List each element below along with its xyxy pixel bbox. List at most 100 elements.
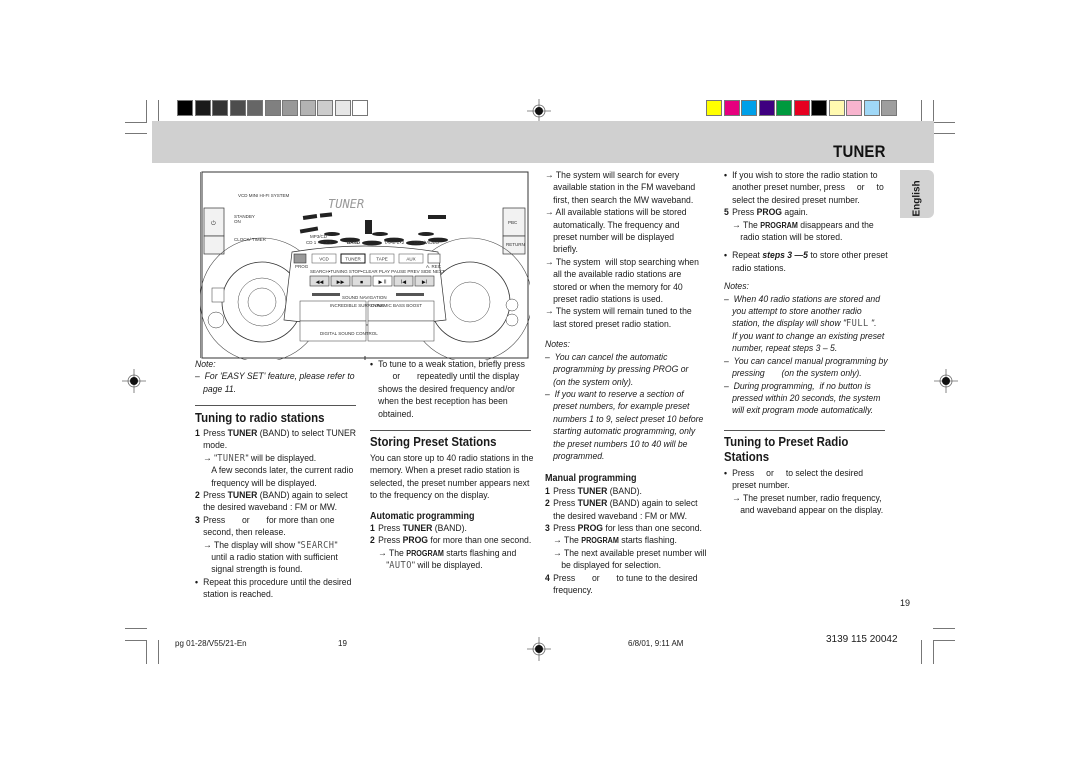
next-icon: ▶I	[422, 280, 427, 286]
result-line: and waveband appear on the display.	[740, 504, 884, 516]
bullet-line: another preset number, press or to	[732, 182, 884, 194]
bullet-text: when the best reception has been	[378, 396, 508, 408]
step-1: 1 Press TUNER (BAND).	[370, 523, 467, 535]
bullet: • Repeat this procedure until the desired	[195, 576, 352, 588]
page-title: TUNER	[833, 142, 886, 161]
crop-mark	[125, 122, 147, 123]
result-line: briefly.	[553, 244, 578, 256]
crop-mark	[933, 628, 955, 629]
source-button-label: TUNER	[345, 257, 361, 262]
column-2: • To tune to a weak station, briefly pres…	[370, 359, 535, 421]
note-label: Note:	[195, 359, 216, 370]
crop-mark	[125, 628, 147, 629]
gray-swatch	[229, 100, 246, 116]
registration-mark-icon	[122, 369, 146, 393]
result-line: stored or when the memory for 40	[553, 281, 683, 293]
result: → "TUNER" will be displayed.	[203, 452, 317, 464]
subsection-title: Automatic programming	[370, 510, 475, 522]
pbc-label: PBC	[508, 220, 518, 225]
notes-label: Notes:	[724, 281, 749, 293]
source-caption: MP3/CD	[310, 234, 328, 239]
source-caption: CDR/VIDEO	[414, 240, 440, 245]
system-name-label: VCD MINI HI-FI SYSTEM	[238, 193, 290, 198]
crop-mark	[933, 640, 934, 664]
result-line: → The preset number, radio frequency,	[732, 492, 882, 504]
clock-timer-button[interactable]	[203, 235, 225, 255]
bullet-text: obtained.	[378, 408, 414, 420]
bullet-line: • Repeat steps 3 —5 to store other preset	[724, 250, 888, 262]
color-swatch	[881, 100, 897, 116]
note-line: (on the system only).	[553, 376, 634, 388]
step-5: 5 Press PROG again.	[724, 207, 808, 219]
note-line: pressed within 20 seconds, the system	[732, 392, 881, 404]
crop-mark	[921, 640, 922, 664]
result-line: preset radio stations is used.	[553, 294, 664, 306]
bullet-line: select the desired preset number.	[732, 194, 860, 206]
step-3: 3 Press or for more than one	[195, 514, 335, 526]
gray-swatch	[247, 100, 263, 116]
result-text: "AUTO" will be displayed.	[386, 560, 483, 572]
note-line: the preset numbers 10 to 40 will be	[553, 438, 688, 450]
section-rule	[370, 430, 531, 431]
crop-mark	[933, 122, 955, 123]
section-rule	[195, 405, 356, 406]
intro-text: to the frequency on the display.	[370, 490, 490, 502]
subsection-title: Manual programming	[545, 473, 637, 485]
crop-mark	[146, 640, 147, 664]
search-forward-icon: ▶▶	[337, 280, 345, 286]
color-swatch	[846, 100, 862, 116]
result: → The PROGRAM starts flashing and	[378, 547, 517, 559]
source-caption: BAND	[347, 240, 361, 245]
gray-swatch	[264, 100, 281, 116]
intro-text: selected, the preset number appears next	[370, 477, 530, 489]
stop-icon: ■	[360, 280, 363, 286]
note-line: If you want to change an existing preset	[732, 330, 885, 342]
transport-labels: SEARCH•TUNING STOP•CLEAR PLAY PAUSE PREV…	[310, 269, 445, 274]
color-swatch	[793, 100, 810, 116]
result-line: → The system will stop searching when	[545, 256, 699, 268]
source-caption: TAPE 1×2	[384, 240, 405, 245]
source-button-label: TAPE	[376, 257, 387, 262]
color-swatch	[776, 100, 792, 116]
note-line: will exit program mode automatically.	[732, 405, 874, 417]
prog-button[interactable]	[293, 253, 307, 264]
result-line: radio station will be stored.	[740, 232, 843, 244]
note-line: you attempt to store another radio	[732, 306, 862, 318]
column-3: → The system will search for every availa…	[545, 170, 715, 597]
section-title: Tuning to radio stations	[195, 410, 325, 425]
note-line: number, repeat steps 3 – 5.	[732, 343, 838, 355]
result-text: signal strength is found.	[211, 564, 303, 576]
bullet-text: station is reached.	[203, 589, 274, 601]
result-text: frequency will be displayed.	[211, 477, 317, 489]
lcd-display-text: TUNER	[328, 197, 364, 211]
result-line: first, then search the MW waveband.	[553, 194, 694, 206]
note-line: numbers 1 to 9, select preset 10 before	[553, 413, 704, 425]
step-4: 4 Press or to tune to the desired	[545, 572, 698, 584]
column-2-section: Storing Preset Stations You can store up…	[370, 434, 535, 573]
color-swatch	[741, 100, 757, 116]
step-2: 2 Press TUNER (BAND) again to select	[545, 498, 698, 510]
bullet-line: radio stations.	[732, 262, 786, 274]
prev-icon: I◀	[401, 280, 406, 286]
language-label: English	[911, 180, 923, 217]
header-band: TUNER	[152, 121, 934, 163]
bullet-text: or repeatedly until the display	[378, 371, 520, 383]
rec-button[interactable]	[427, 253, 441, 264]
step-2: 2 Press PROG for more than one second.	[370, 535, 532, 547]
return-label: RETURN	[506, 242, 525, 247]
crop-mark	[125, 640, 147, 641]
section-rule	[724, 429, 885, 431]
step-1: 1 Press TUNER (BAND) to select TUNER	[195, 428, 357, 439]
note-line: programmed.	[553, 450, 605, 462]
step-text: frequency.	[553, 585, 593, 596]
section-title: Storing Preset Stations	[370, 434, 497, 449]
result-line: preset number will be displayed	[553, 232, 675, 244]
note-line: – During programming, if no button is	[724, 380, 871, 392]
device-illustration: VCD MINI HI-FI SYSTEM TUNER ⏻ STANDBY ON…	[200, 171, 530, 360]
source-caption: CD 1 × 2 × 3	[306, 240, 332, 245]
notes-label: Notes:	[545, 339, 570, 351]
footer-datetime: 6/8/01, 9:11 AM	[628, 639, 684, 648]
color-swatch	[706, 100, 722, 116]
crop-mark	[933, 133, 955, 134]
result-line: all the available radio stations are	[553, 269, 682, 281]
